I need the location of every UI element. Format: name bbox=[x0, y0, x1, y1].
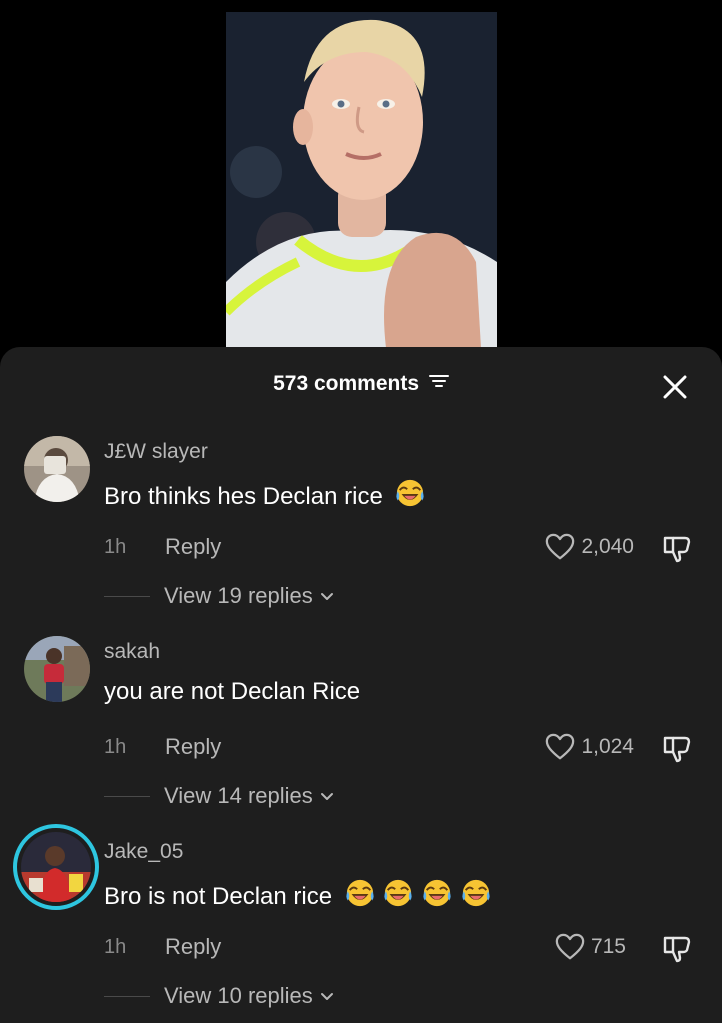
comments-header: 573 comments bbox=[0, 347, 722, 425]
avatar[interactable] bbox=[24, 436, 90, 502]
divider-line bbox=[104, 595, 150, 597]
laughing-emoji-icon bbox=[395, 478, 425, 508]
chevron-down-icon bbox=[319, 788, 335, 804]
dislike-icon[interactable] bbox=[661, 732, 693, 764]
view-replies-label: View 10 replies bbox=[164, 983, 313, 1008]
laughing-emoji-icon bbox=[422, 878, 452, 908]
laughing-emoji-icon bbox=[345, 878, 375, 908]
like-count: 2,040 bbox=[581, 535, 634, 558]
reply-button[interactable]: Reply bbox=[165, 534, 221, 560]
comment-item: sakah you are not Declan Rice 1h Reply 1… bbox=[0, 636, 722, 836]
comment-count-heading: 573 comments bbox=[0, 372, 722, 396]
comment-text: Bro thinks hes Declan rice bbox=[104, 478, 425, 511]
comment-body: you are not Declan Rice bbox=[104, 678, 361, 705]
avatar bbox=[21, 832, 91, 902]
heart-icon bbox=[545, 532, 575, 562]
dislike-icon[interactable] bbox=[661, 532, 693, 564]
avatar-with-story-ring[interactable] bbox=[13, 824, 99, 910]
chevron-down-icon bbox=[319, 988, 335, 1004]
comment-body: Bro is not Declan rice bbox=[104, 883, 333, 910]
like-button[interactable]: 715 bbox=[555, 931, 626, 963]
comment-item: Jake_05 Bro is not Declan rice 1h Reply … bbox=[0, 824, 722, 1023]
reply-button[interactable]: Reply bbox=[165, 734, 221, 760]
view-replies-label: View 14 replies bbox=[164, 783, 313, 808]
comment-text: Bro is not Declan rice bbox=[104, 878, 491, 911]
player-photo[interactable] bbox=[226, 12, 497, 348]
heart-icon bbox=[545, 732, 575, 762]
filter-lines-icon[interactable] bbox=[428, 371, 449, 395]
comment-count: 573 comments bbox=[273, 372, 420, 395]
comment-username[interactable]: J£W slayer bbox=[104, 440, 208, 464]
comment-time: 1h bbox=[104, 536, 127, 558]
divider-line bbox=[104, 995, 150, 997]
comment-username[interactable]: sakah bbox=[104, 640, 160, 664]
comment-username[interactable]: Jake_05 bbox=[104, 840, 183, 864]
view-replies-button[interactable]: View 19 replies bbox=[104, 581, 335, 611]
like-button[interactable]: 1,024 bbox=[545, 731, 634, 763]
like-count: 1,024 bbox=[581, 735, 634, 758]
avatar[interactable] bbox=[24, 636, 90, 702]
dislike-icon[interactable] bbox=[661, 932, 693, 964]
comment-text: you are not Declan Rice bbox=[104, 678, 360, 706]
close-icon[interactable] bbox=[661, 373, 689, 401]
view-replies-button[interactable]: View 14 replies bbox=[104, 781, 335, 811]
comment-body: Bro thinks hes Declan rice bbox=[104, 483, 383, 510]
video-area bbox=[0, 0, 722, 360]
comment-item: J£W slayer Bro thinks hes Declan rice 1h… bbox=[0, 436, 722, 636]
comment-time: 1h bbox=[104, 736, 127, 758]
chevron-down-icon bbox=[319, 588, 335, 604]
laughing-emoji-icon bbox=[383, 878, 413, 908]
reply-button[interactable]: Reply bbox=[165, 934, 221, 960]
view-replies-label: View 19 replies bbox=[164, 583, 313, 608]
comment-time: 1h bbox=[104, 936, 127, 958]
heart-icon bbox=[555, 932, 585, 962]
like-button[interactable]: 2,040 bbox=[545, 531, 634, 563]
view-replies-button[interactable]: View 10 replies bbox=[104, 981, 335, 1011]
like-count: 715 bbox=[590, 935, 626, 958]
comments-sheet: 573 comments J£W slayer Bro thinks hes D… bbox=[0, 347, 722, 1023]
laughing-emoji-icon bbox=[461, 878, 491, 908]
divider-line bbox=[104, 795, 150, 797]
